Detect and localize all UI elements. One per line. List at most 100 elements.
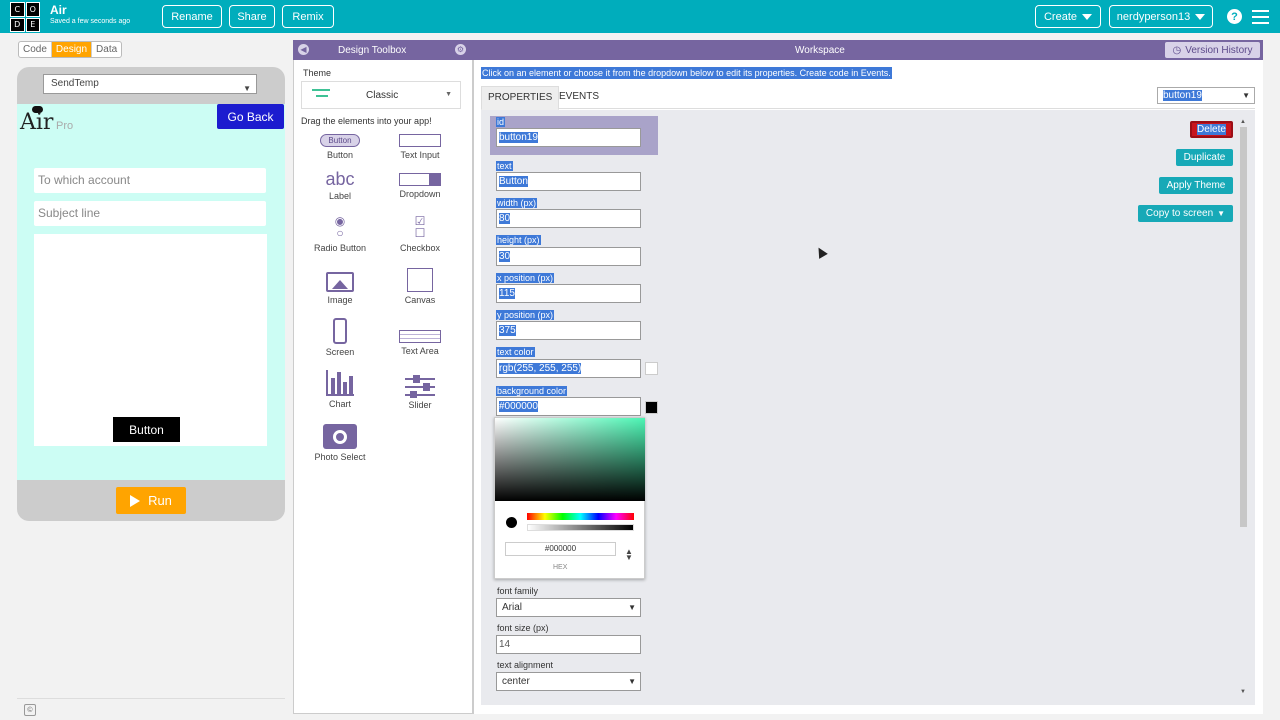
tool-radio-button[interactable]: ◉ ○ Radio Button: [305, 215, 375, 253]
chevron-down-icon: ▼: [628, 603, 636, 612]
tool-button[interactable]: Button Button: [305, 134, 375, 160]
app-button[interactable]: Button: [113, 417, 180, 442]
screen-dropdown[interactable]: SendTemp ▼: [43, 74, 257, 94]
message-textarea[interactable]: [34, 234, 267, 446]
tool-screen[interactable]: Screen: [305, 318, 375, 357]
logo-letter-o: O: [25, 2, 40, 17]
theme-swatch-icon: [312, 89, 330, 91]
delete-button[interactable]: Delete: [1190, 121, 1233, 138]
apply-theme-button[interactable]: Apply Theme: [1159, 177, 1233, 194]
tool-label: Dropdown: [399, 189, 441, 199]
alpha-slider[interactable]: [527, 524, 634, 531]
y-position-field[interactable]: 375: [496, 321, 641, 340]
font-size-field[interactable]: 14: [496, 635, 641, 654]
tab-events[interactable]: EVENTS: [553, 86, 605, 110]
mode-tabs: Code Design Data: [18, 41, 123, 58]
duplicate-button[interactable]: Duplicate: [1176, 149, 1233, 166]
text-alignment-dropdown[interactable]: center ▼: [496, 672, 641, 691]
phone-icon: [333, 318, 347, 344]
element-dropdown[interactable]: button19 ▼: [1157, 87, 1255, 104]
text-color-field[interactable]: rgb(255, 255, 255): [496, 359, 641, 378]
slider-icon: [405, 375, 435, 398]
format-toggle-icon[interactable]: ▲ ▼: [625, 548, 633, 562]
radio-icon: ◉ ○: [334, 214, 346, 240]
saturation-area[interactable]: [495, 418, 645, 501]
hex-input[interactable]: #000000: [505, 542, 616, 556]
tool-label: Chart: [328, 399, 351, 409]
tab-code[interactable]: Code: [19, 42, 52, 57]
height-field[interactable]: 30: [496, 247, 641, 266]
tool-text-area[interactable]: Text Area: [385, 330, 455, 356]
user-menu-button[interactable]: nerdyperson13: [1109, 5, 1213, 28]
subject-input[interactable]: Subject line: [34, 201, 266, 226]
scroll-up-icon[interactable]: ▲: [1240, 119, 1246, 125]
text-alignment-value: center: [502, 676, 530, 687]
copy-to-screen-label: Copy to screen: [1145, 208, 1214, 219]
gear-icon[interactable]: ⚙: [455, 44, 466, 55]
project-name: Air: [50, 3, 67, 17]
tab-data[interactable]: Data: [92, 42, 121, 57]
drag-hint: Drag the elements into your app!: [301, 116, 432, 126]
tool-label[interactable]: abc Label: [305, 170, 375, 201]
x-position-field[interactable]: 115: [496, 284, 641, 303]
toolbox-title: Design Toolbox: [338, 45, 407, 56]
create-button[interactable]: Create: [1035, 5, 1101, 28]
divider: [17, 698, 285, 699]
help-icon[interactable]: ?: [1227, 9, 1242, 24]
menu-icon[interactable]: [1252, 10, 1269, 24]
scrollbar[interactable]: [1240, 127, 1247, 527]
id-label: id: [496, 117, 506, 127]
top-bar: C O D E Air Saved a few seconds ago Rena…: [0, 0, 1280, 33]
tab-design[interactable]: Design: [51, 42, 93, 57]
text-color-swatch[interactable]: [645, 362, 658, 375]
camera-icon: [323, 424, 357, 449]
app-pro-label[interactable]: Pro: [56, 120, 73, 132]
tool-checkbox[interactable]: ☑ ☐ Checkbox: [385, 215, 455, 253]
run-button[interactable]: Run: [116, 487, 186, 514]
text-area-icon: [399, 330, 441, 343]
tool-canvas[interactable]: Canvas: [385, 268, 455, 305]
rename-button[interactable]: Rename: [162, 5, 222, 28]
tool-label: Label: [328, 191, 352, 201]
tool-label: Button: [326, 150, 354, 160]
tool-slider[interactable]: Slider: [385, 375, 455, 410]
remix-button[interactable]: Remix: [282, 5, 334, 28]
app-logo-text[interactable]: Air: [20, 110, 53, 135]
text-label: text: [496, 161, 513, 171]
text-alignment-label: text alignment: [497, 660, 554, 670]
account-input[interactable]: To which account: [34, 168, 266, 193]
tool-dropdown[interactable]: Dropdown: [385, 173, 455, 199]
background-color-swatch[interactable]: [645, 401, 658, 414]
chevron-down-icon: ▼: [445, 91, 452, 98]
button-tool-icon: Button: [320, 134, 360, 147]
go-back-button[interactable]: Go Back: [217, 104, 284, 129]
hue-slider[interactable]: [527, 513, 634, 520]
scroll-down-icon[interactable]: ▼: [1240, 689, 1246, 695]
theme-dropdown[interactable]: Classic ▼: [301, 81, 461, 109]
theme-label: Theme: [303, 68, 332, 78]
id-field[interactable]: button19: [496, 128, 641, 147]
font-family-dropdown[interactable]: Arial ▼: [496, 598, 641, 617]
chevron-down-icon: ▼: [628, 677, 636, 686]
tool-label: Text Area: [401, 346, 439, 356]
width-field[interactable]: 80: [496, 209, 641, 228]
tool-chart[interactable]: Chart: [305, 370, 375, 409]
share-button[interactable]: Share: [229, 5, 275, 28]
tool-label: Photo Select: [314, 452, 366, 462]
bar-chart-icon: [326, 370, 354, 396]
tool-photo-select[interactable]: Photo Select: [305, 424, 375, 462]
tool-text-input[interactable]: Text Input: [385, 134, 455, 160]
background-color-value: #000000: [499, 401, 538, 412]
tab-properties[interactable]: PROPERTIES: [481, 86, 560, 110]
font-family-value: Arial: [502, 602, 523, 613]
copy-to-screen-button[interactable]: Copy to screen ▼: [1138, 205, 1233, 222]
text-field[interactable]: Button: [496, 172, 641, 191]
toolbox-header: ◀ Design Toolbox ⚙: [293, 40, 473, 60]
collapse-icon[interactable]: ◀: [298, 44, 309, 55]
copyright-icon[interactable]: ©: [24, 704, 36, 716]
version-history-button[interactable]: ◷ Version History: [1165, 42, 1260, 58]
tool-image[interactable]: Image: [305, 272, 375, 305]
width-value: 80: [499, 213, 511, 224]
code-org-logo[interactable]: C O D E: [10, 2, 40, 32]
background-color-field[interactable]: #000000: [496, 397, 641, 416]
